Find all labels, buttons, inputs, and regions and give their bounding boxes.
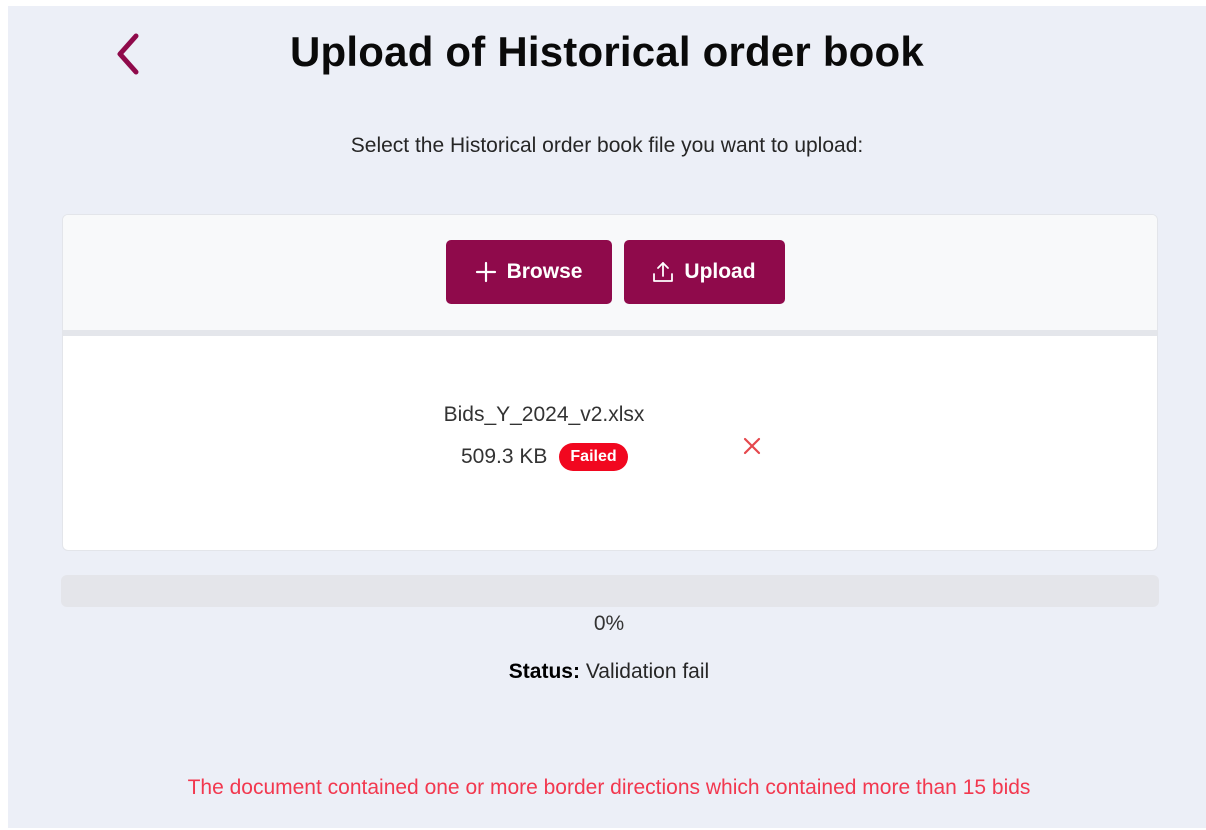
status-label: Status: bbox=[508, 660, 580, 683]
remove-file-button[interactable] bbox=[739, 433, 765, 459]
error-message: The document contained one or more borde… bbox=[187, 776, 1031, 799]
progress-bar bbox=[61, 575, 1159, 607]
plus-icon bbox=[475, 261, 496, 282]
file-name: Bids_Y_2024_v2.xlsx bbox=[443, 403, 645, 426]
upload-label: Upload bbox=[684, 259, 756, 283]
browse-button[interactable]: Browse bbox=[445, 239, 612, 304]
upload-icon bbox=[653, 261, 674, 282]
status-value: Validation fail bbox=[585, 660, 710, 683]
instruction-text: Select the Historical order book file yo… bbox=[350, 134, 864, 157]
status-badge: Failed bbox=[559, 443, 628, 471]
progress-percent: 0% bbox=[593, 612, 625, 635]
upload-toolbar: Browse Upload bbox=[63, 215, 1157, 336]
file-item: Bids_Y_2024_v2.xlsx 509.3 KB Failed bbox=[63, 403, 1157, 483]
file-meta: 509.3 KB Failed bbox=[461, 443, 628, 471]
upload-button[interactable]: Upload bbox=[623, 239, 785, 304]
browse-label: Browse bbox=[506, 259, 583, 283]
close-icon bbox=[743, 437, 761, 455]
upload-card: Browse Upload Bids_Y_2024_v2.xlsx 509.3 … bbox=[62, 214, 1158, 551]
status-line: Status: Validation fail bbox=[0, 660, 1206, 684]
file-size: 509.3 KB bbox=[461, 445, 548, 468]
page-title: Upload of Historical order book bbox=[290, 28, 924, 75]
